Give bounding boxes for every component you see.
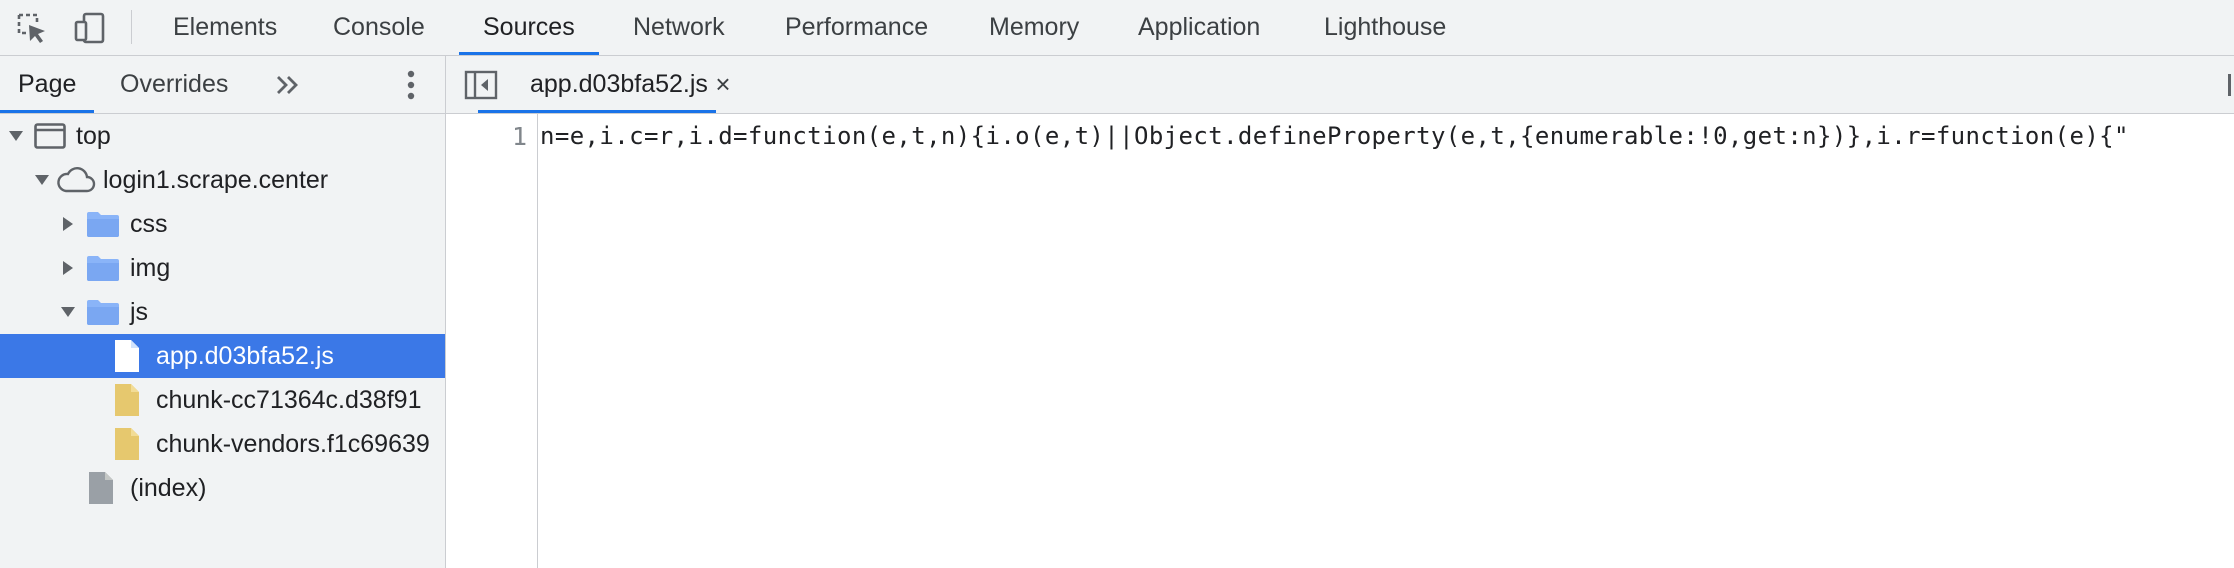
file-icon <box>114 334 140 378</box>
document-icon <box>88 466 114 510</box>
close-icon[interactable]: × <box>709 69 737 99</box>
tab-lighthouse[interactable]: Lighthouse <box>1324 0 1446 55</box>
code-editor[interactable]: n=e,i.c=r,i.d=function(e,t,n){i.o(e,t)||… <box>538 114 2234 568</box>
tab-memory[interactable]: Memory <box>989 0 1079 55</box>
folder-icon <box>86 246 120 290</box>
tree-item-label: top <box>76 122 111 150</box>
tree-item-label: chunk-vendors.f1c69639 <box>156 430 430 458</box>
tree-item-label: login1.scrape.center <box>103 166 329 194</box>
folder-icon <box>86 290 120 334</box>
tree-item-domain[interactable]: login1.scrape.center <box>0 158 445 202</box>
tree-item-label: chunk-cc71364c.d38f91 <box>156 386 422 414</box>
toolbar-separator <box>131 10 132 44</box>
editor-tab-strip: app.d03bfa52.js × <box>446 56 2234 114</box>
vertical-dots-icon[interactable] <box>396 68 426 102</box>
collapsed-arrow-icon[interactable] <box>58 246 78 290</box>
tree-item-img-folder[interactable]: img <box>0 246 445 290</box>
tree-item-label: img <box>130 254 171 282</box>
tree-item-chunk-cc[interactable]: chunk-cc71364c.d38f91 <box>0 378 445 422</box>
expanded-arrow-icon[interactable] <box>32 158 52 202</box>
collapsed-arrow-icon[interactable] <box>58 202 78 246</box>
tab-elements[interactable]: Elements <box>173 0 277 55</box>
tab-page[interactable]: Page <box>0 56 95 113</box>
sources-navigator: Page Overrides top login1.scrape.center … <box>0 56 446 568</box>
tree-item-chunk-vendors[interactable]: chunk-vendors.f1c69639 <box>0 422 445 466</box>
cloud-icon <box>56 158 96 202</box>
folder-icon <box>86 202 120 246</box>
tree-item-top[interactable]: top <box>0 114 445 158</box>
tree-item-label: (index) <box>130 474 207 502</box>
tree-item-label: app.d03bfa52.js <box>156 342 334 370</box>
line-number-gutter: 1 <box>446 114 538 568</box>
tab-performance[interactable]: Performance <box>785 0 928 55</box>
tab-console[interactable]: Console <box>333 0 425 55</box>
inspect-element-icon[interactable] <box>12 8 52 48</box>
editor-file-tab[interactable]: app.d03bfa52.js × <box>478 56 731 113</box>
tab-application[interactable]: Application <box>1138 0 1260 55</box>
line-number: 1 <box>511 122 527 151</box>
double-chevron-right-icon[interactable] <box>272 70 304 100</box>
toggle-debugger-icon[interactable] <box>2228 74 2234 96</box>
tree-item-label: js <box>130 298 149 326</box>
tree-item-js-folder[interactable]: js <box>0 290 445 334</box>
frame-icon <box>34 114 66 158</box>
tab-sources[interactable]: Sources <box>459 0 599 55</box>
script-file-icon <box>114 422 140 466</box>
expanded-arrow-icon[interactable] <box>58 290 78 334</box>
navigator-tabs: Page Overrides <box>0 56 445 114</box>
code-line: n=e,i.c=r,i.d=function(e,t,n){i.o(e,t)||… <box>540 122 2129 150</box>
expanded-arrow-icon[interactable] <box>6 114 26 158</box>
tab-network[interactable]: Network <box>633 0 725 55</box>
tree-item-index[interactable]: (index) <box>0 466 445 510</box>
tree-item-css-folder[interactable]: css <box>0 202 445 246</box>
script-file-icon <box>114 378 140 422</box>
device-toolbar-icon[interactable] <box>70 8 110 48</box>
tree-item-app-js[interactable]: app.d03bfa52.js <box>0 334 445 378</box>
tab-overrides[interactable]: Overrides <box>120 56 228 113</box>
editor-file-tab-label: app.d03bfa52.js <box>530 70 708 98</box>
tree-item-label: css <box>130 210 168 238</box>
devtools-toolbar: Elements Console Sources Network Perform… <box>0 0 2234 56</box>
